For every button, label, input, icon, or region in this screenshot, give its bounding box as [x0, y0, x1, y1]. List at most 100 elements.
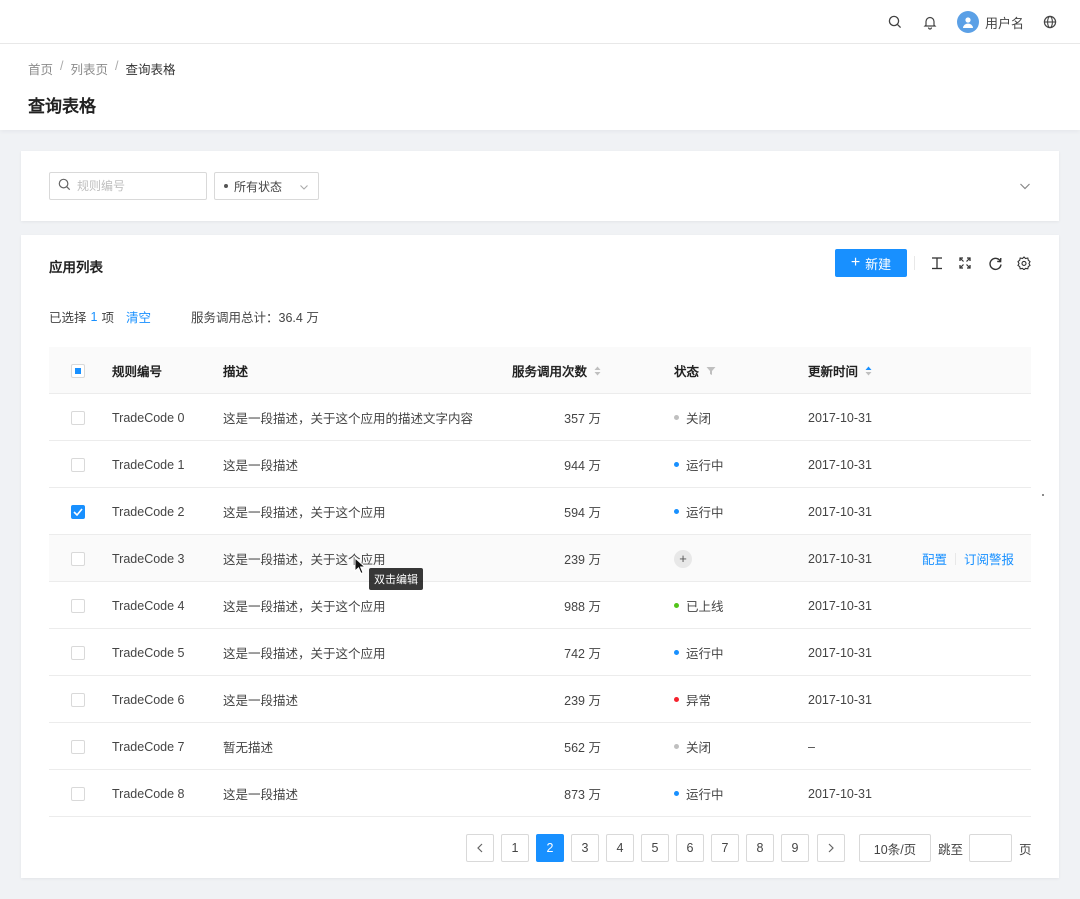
page-button-8[interactable]: 8: [746, 834, 774, 862]
description[interactable]: 这是一段描述: [223, 676, 298, 723]
row-select-cell: [71, 676, 85, 723]
user-menu[interactable]: 用户名: [957, 11, 1029, 33]
status-text: 关闭: [686, 741, 712, 755]
description[interactable]: 这是一段描述，关于这个应用: [223, 488, 386, 535]
table-row[interactable]: TradeCode 7 暂无描述 562 万 关闭 –: [49, 723, 1031, 770]
select-all-cell: [71, 347, 85, 394]
column-header-status-label: 状态: [674, 365, 700, 379]
call-count: 742 万: [564, 647, 601, 661]
updated-time: 2017-10-31: [808, 410, 872, 425]
table-header-row: 规则编号 描述 服务调用次数 状态 更新时间: [49, 347, 1031, 394]
column-header-calls[interactable]: 服务调用次数: [512, 347, 601, 394]
column-header-status[interactable]: 状态: [674, 347, 716, 394]
breadcrumb-item-home[interactable]: 首页: [28, 59, 53, 78]
column-header-time[interactable]: 更新时间: [808, 347, 872, 394]
status-cell: 关闭: [674, 723, 711, 770]
rule-code: TradeCode 3: [112, 551, 185, 566]
description[interactable]: 这是一段描述，关于这个应用: [223, 582, 386, 629]
page-button-2[interactable]: 2: [536, 834, 564, 862]
reload-icon[interactable]: [986, 254, 1004, 272]
description[interactable]: 这是一段描述: [223, 770, 298, 817]
row-actions: 配置 订阅警报: [922, 535, 1014, 582]
breadcrumb-item-current: 查询表格: [125, 63, 176, 77]
row-select-cell: [71, 441, 85, 488]
configure-link[interactable]: 配置: [922, 549, 947, 568]
total-calls-value: 36.4 万: [278, 311, 319, 325]
row-checkbox[interactable]: [71, 739, 85, 754]
action-divider: [955, 552, 957, 565]
column-header-code[interactable]: 规则编号: [112, 347, 162, 394]
updated-time: 2017-10-31: [808, 551, 872, 566]
page-button-1[interactable]: 1: [501, 834, 529, 862]
select-all-checkbox[interactable]: [71, 363, 85, 378]
row-checkbox[interactable]: [71, 410, 85, 425]
edit-tooltip: 双击编辑: [369, 568, 423, 590]
jump-page-input[interactable]: [970, 835, 1011, 861]
code-search-input[interactable]: [77, 179, 197, 193]
prev-page-button[interactable]: [466, 834, 494, 862]
table-row[interactable]: TradeCode 5 这是一段描述，关于这个应用 742 万 运行中 2017-10-…: [49, 629, 1031, 676]
description[interactable]: 这是一段描述: [223, 441, 298, 488]
rule-code: TradeCode 1: [112, 457, 185, 472]
breadcrumb-item-list[interactable]: 列表页: [71, 59, 109, 78]
jump-page-field[interactable]: [969, 834, 1012, 862]
description[interactable]: 这是一段描述，关于这个应用的描述文字内容: [223, 394, 473, 441]
sort-icon[interactable]: [865, 366, 872, 376]
row-checkbox[interactable]: [71, 504, 85, 519]
avatar: [957, 11, 979, 33]
row-checkbox[interactable]: [71, 598, 85, 613]
rule-code: TradeCode 2: [112, 504, 185, 519]
description[interactable]: 暂无描述: [223, 723, 273, 770]
page-button-7[interactable]: 7: [711, 834, 739, 862]
table-row[interactable]: TradeCode 3 这是一段描述，关于这个应用 239 万 +2017-10-31…: [49, 535, 1031, 582]
table-row[interactable]: TradeCode 0 这是一段描述，关于这个应用的描述文字内容 357 万 关闭 20…: [49, 394, 1031, 441]
bell-icon[interactable]: [920, 12, 940, 32]
username: 用户名: [985, 15, 1025, 31]
density-icon[interactable]: [928, 254, 946, 272]
table-row[interactable]: TradeCode 1 这是一段描述 944 万 运行中 2017-10-31: [49, 441, 1031, 488]
row-checkbox[interactable]: [71, 645, 85, 660]
table-row[interactable]: TradeCode 6 这是一段描述 239 万 异常 2017-10-31: [49, 676, 1031, 723]
new-button[interactable]: + 新建: [835, 249, 907, 277]
sort-icon[interactable]: [594, 366, 601, 376]
row-select-cell: [71, 488, 85, 535]
add-status-icon[interactable]: +: [674, 549, 692, 568]
updated-time: 2017-10-31: [808, 457, 872, 472]
page-button-5[interactable]: 5: [641, 834, 669, 862]
table-row[interactable]: TradeCode 2 这是一段描述，关于这个应用 594 万 运行中 2017-10-…: [49, 488, 1031, 535]
page-size-select[interactable]: 10条/页: [859, 834, 931, 862]
table-row[interactable]: TradeCode 4 这是一段描述，关于这个应用 988 万 已上线 2017-10-…: [49, 582, 1031, 629]
search-icon[interactable]: [885, 12, 905, 32]
clear-selection-link[interactable]: 清空: [126, 307, 151, 326]
expand-filters-icon[interactable]: [1019, 179, 1031, 194]
new-button-label: 新建: [865, 256, 892, 272]
row-select-cell: [71, 629, 85, 676]
next-page-button[interactable]: [817, 834, 845, 862]
code-search-field[interactable]: [49, 172, 207, 200]
total-calls-label: 服务调用总计：: [191, 311, 279, 325]
page-button-9[interactable]: 9: [781, 834, 809, 862]
settings-icon[interactable]: [1015, 254, 1033, 272]
status-cell: 运行中: [674, 629, 724, 676]
row-checkbox[interactable]: [71, 551, 85, 566]
rule-code: TradeCode 8: [112, 786, 185, 801]
page-button-4[interactable]: 4: [606, 834, 634, 862]
breadcrumb-separator: /: [60, 59, 64, 73]
row-checkbox[interactable]: [71, 457, 85, 472]
page-button-3[interactable]: 3: [571, 834, 599, 862]
status-dot: [224, 184, 228, 188]
status-text: 运行中: [686, 459, 724, 473]
table-row[interactable]: TradeCode 8 这是一段描述 873 万 运行中 2017-10-31: [49, 770, 1031, 817]
globe-icon[interactable]: [1040, 12, 1060, 32]
filter-icon[interactable]: [706, 366, 716, 376]
status-select[interactable]: 所有状态: [214, 172, 319, 200]
status-text: 异常: [686, 694, 712, 708]
description[interactable]: 这是一段描述，关于这个应用: [223, 629, 386, 676]
row-checkbox[interactable]: [71, 786, 85, 801]
call-count: 357 万: [564, 412, 601, 426]
page-button-6[interactable]: 6: [676, 834, 704, 862]
row-checkbox[interactable]: [71, 692, 85, 707]
fullscreen-icon[interactable]: [956, 254, 974, 272]
subscribe-alert-link[interactable]: 订阅警报: [964, 549, 1014, 568]
updated-time: 2017-10-31: [808, 598, 872, 613]
